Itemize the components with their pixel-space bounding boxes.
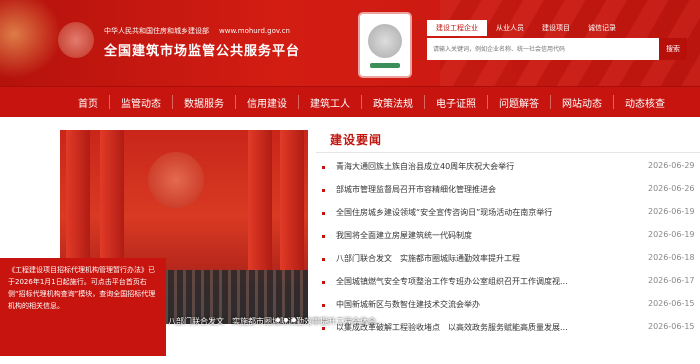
news-list: 青海大通回族土族自治县成立40周年庆祝大会举行 2026-06-29 部城市管理监… <box>322 159 700 343</box>
bullet-icon <box>322 212 325 215</box>
news-item[interactable]: 中国新城新区与数智住建技术交流会举办 2026-06-15 <box>322 297 700 320</box>
news-header: 建设要闻 <box>316 130 700 153</box>
bullet-icon <box>322 258 325 261</box>
nav-item-home[interactable]: 首页 <box>78 95 98 110</box>
news-item[interactable]: 青海大通回族土族自治县成立40周年庆祝大会举行 2026-06-29 <box>322 159 700 182</box>
bullet-icon <box>322 235 325 238</box>
bullet-icon <box>322 281 325 284</box>
nav-item-policy[interactable]: 政策法规 <box>373 95 413 110</box>
news-item-date: 2026-06-19 <box>648 230 695 239</box>
news-item-title[interactable]: 中国新城新区与数智住建技术交流会举办 <box>336 299 628 310</box>
nav-item-data-services[interactable]: 数据服务 <box>184 95 224 110</box>
bullet-icon <box>322 166 325 169</box>
qr-center-logo-icon <box>368 24 402 58</box>
news-item-date: 2026-06-29 <box>648 161 695 170</box>
news-item-title[interactable]: 八部门联合发文 实施都市圈城际通勤效率提升工程 <box>336 253 628 264</box>
news-item[interactable]: 我国将全面建立房屋建筑统一代码制度 2026-06-19 <box>322 228 700 251</box>
nav-separator <box>109 95 110 109</box>
qr-footer-bar <box>370 63 400 68</box>
news-item-title[interactable]: 全国住房城乡建设领域“安全宣传咨询日”现场活动在南京举行 <box>336 207 628 218</box>
news-item-title[interactable]: 部城市管理监督局召开市容精细化管理推进会 <box>336 184 628 195</box>
news-item-date: 2026-06-15 <box>648 322 695 331</box>
news-item-title[interactable]: 我国将全面建立房屋建筑统一代码制度 <box>336 230 628 241</box>
news-item-date: 2026-06-19 <box>648 207 695 216</box>
news-item[interactable]: 部城市管理监督局召开市容精细化管理推进会 2026-06-26 <box>322 182 700 205</box>
nav-item-e-license[interactable]: 电子证照 <box>436 95 476 110</box>
main-nav: 首页 监管动态 数据服务 信用建设 建筑工人 政策法规 电子证照 问题解答 网站… <box>0 86 700 117</box>
news-item-date: 2026-06-15 <box>648 299 695 308</box>
flag-decoration <box>280 130 304 280</box>
search-tab-credit[interactable]: 诚信记录 <box>579 20 625 36</box>
nav-separator <box>361 95 362 109</box>
nav-item-faq[interactable]: 问题解答 <box>499 95 539 110</box>
search-button[interactable]: 搜索 <box>659 38 687 60</box>
nav-item-workers[interactable]: 建筑工人 <box>310 95 350 110</box>
nav-item-verification[interactable]: 动态核查 <box>625 95 665 110</box>
search-input[interactable] <box>427 38 659 60</box>
carousel-dot[interactable] <box>284 318 288 322</box>
news-item-title[interactable]: 以集成改革破解工程验收堵点 以高效政务服务赋能高质量发展... <box>336 322 628 333</box>
site-header: 中华人民共和国住房和城乡建设部 www.mohurd.gov.cn 全国建筑市场监… <box>0 0 700 86</box>
notice-popup[interactable]: 《工程建设项目招标代理机构管理暂行办法》已于2026年1月1日起施行。可点击平台… <box>0 258 166 356</box>
news-item-date: 2026-06-18 <box>648 253 695 262</box>
search-tab-project[interactable]: 建设项目 <box>533 20 579 36</box>
carousel-dot[interactable] <box>292 318 296 322</box>
nav-item-credit[interactable]: 信用建设 <box>247 95 287 110</box>
nav-separator <box>235 95 236 109</box>
org-name: 中华人民共和国住房和城乡建设部 <box>104 27 209 35</box>
org-url[interactable]: www.mohurd.gov.cn <box>219 27 290 35</box>
nav-separator <box>613 95 614 109</box>
nav-separator <box>298 95 299 109</box>
search-row: 搜索 <box>427 38 687 60</box>
news-item[interactable]: 以集成改革破解工程验收堵点 以高效政务服务赋能高质量发展... 2026-06-1… <box>322 320 700 343</box>
site-title: 全国建筑市场监管公共服务平台 <box>104 44 301 59</box>
nav-separator <box>550 95 551 109</box>
search-tab-enterprise[interactable]: 建设工程企业 <box>427 20 487 36</box>
ministry-emblem-icon[interactable] <box>58 22 94 58</box>
news-item[interactable]: 全国住房城乡建设领域“安全宣传咨询日”现场活动在南京举行 2026-06-19 <box>322 205 700 228</box>
nav-item-site-news[interactable]: 网站动态 <box>562 95 602 110</box>
flag-decoration <box>248 130 272 280</box>
bullet-icon <box>322 304 325 307</box>
news-item-title[interactable]: 青海大通回族土族自治县成立40周年庆祝大会举行 <box>336 161 628 172</box>
news-item-date: 2026-06-17 <box>648 276 695 285</box>
org-line: 中华人民共和国住房和城乡建设部 www.mohurd.gov.cn <box>104 26 290 36</box>
search-panel: 建设工程企业 从业人员 建设项目 诚信记录 搜索 <box>427 20 687 64</box>
bullet-icon <box>322 189 325 192</box>
national-emblem-icon <box>148 152 204 208</box>
news-section-title: 建设要闻 <box>330 133 383 147</box>
bullet-icon <box>322 327 325 330</box>
qr-code-icon <box>360 14 410 76</box>
nav-separator <box>172 95 173 109</box>
search-tab-personnel[interactable]: 从业人员 <box>487 20 533 36</box>
nav-separator <box>487 95 488 109</box>
news-item-date: 2026-06-26 <box>648 184 695 193</box>
carousel-dot[interactable] <box>276 318 280 322</box>
news-item[interactable]: 八部门联合发文 实施都市圈城际通勤效率提升工程 2026-06-18 <box>322 251 700 274</box>
news-item[interactable]: 全国城镇燃气安全专项整治工作专班办公室组织召开工作调度视... 2026-06-1… <box>322 274 700 297</box>
search-tabs: 建设工程企业 从业人员 建设项目 诚信记录 <box>427 20 687 36</box>
nav-item-regulation-news[interactable]: 监管动态 <box>121 95 161 110</box>
news-item-title[interactable]: 全国城镇燃气安全专项整治工作专班办公室组织召开工作调度视... <box>336 276 628 287</box>
nav-separator <box>424 95 425 109</box>
